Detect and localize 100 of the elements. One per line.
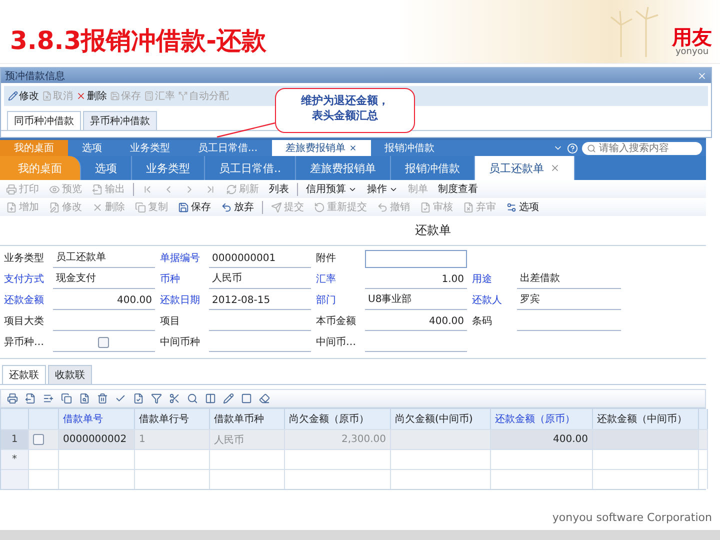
resubmit-icon xyxy=(314,202,325,212)
field-label: 项目大类 xyxy=(4,314,45,329)
help-icon[interactable] xyxy=(567,142,578,154)
field-label: 单据编号 xyxy=(160,252,201,266)
copy-icon xyxy=(135,202,146,212)
row-marker: 1 xyxy=(1,429,29,449)
toolbar-button[interactable]: 选项 xyxy=(504,200,541,214)
printer-icon xyxy=(6,184,17,194)
edit-icon xyxy=(49,202,60,212)
column-header: 借款单币种 xyxy=(210,409,285,429)
calculator-icon xyxy=(144,91,154,101)
field-label: 中间币种 xyxy=(160,336,201,350)
toolbar-button[interactable]: 制度查看 xyxy=(436,182,480,196)
tab[interactable]: 我的桌面 xyxy=(0,156,81,180)
close-icon[interactable] xyxy=(348,144,357,152)
export-icon[interactable] xyxy=(25,393,36,404)
table-cell: 人民币 xyxy=(210,429,285,449)
dropdown-button[interactable]: 操作 xyxy=(365,182,400,196)
form-field[interactable]: U8事业部 xyxy=(365,292,467,310)
options-icon xyxy=(506,202,517,212)
form-field[interactable]: 0000000001 xyxy=(209,250,311,268)
approve-icon[interactable] xyxy=(133,393,144,404)
toolbar-button[interactable]: 列表 xyxy=(267,182,291,196)
form-field[interactable]: 2012-08-15 xyxy=(209,292,311,310)
filter-icon[interactable] xyxy=(151,393,162,404)
toolbar-button[interactable]: 修改 xyxy=(8,89,39,103)
column-header: 借款单行号 xyxy=(135,409,210,429)
field-label: 还款人 xyxy=(472,294,503,308)
toolbar-button[interactable]: 放弃 xyxy=(219,200,256,214)
tab[interactable]: 我的桌面 xyxy=(0,140,68,156)
search-icon[interactable] xyxy=(187,393,198,404)
close-icon[interactable] xyxy=(550,163,560,173)
field-label: 本币金额 xyxy=(316,314,357,329)
amount-field[interactable]: 1.00 xyxy=(365,271,467,289)
tab[interactable]: 收款联 xyxy=(48,365,92,384)
insert-row-icon[interactable] xyxy=(43,393,54,404)
field-label: 币种 xyxy=(160,272,181,287)
table-cell xyxy=(699,449,708,469)
save-icon xyxy=(110,91,120,101)
add-icon xyxy=(6,202,17,212)
tab[interactable]: 选项 xyxy=(68,140,116,156)
footer-text: yonyou software Corporation xyxy=(552,510,712,524)
form-field[interactable]: 人民币 xyxy=(209,271,311,289)
company-logo: 用友 yonyou xyxy=(672,27,712,57)
tab[interactable]: 异币种冲借款 xyxy=(83,111,157,130)
check-icon[interactable] xyxy=(115,393,126,404)
amount-field[interactable]: 400.00 xyxy=(365,313,467,331)
attachment-field[interactable] xyxy=(365,250,467,268)
field-label: 还款金额 xyxy=(4,294,45,308)
search-icon xyxy=(587,144,596,152)
toolbar-button[interactable]: 保存 xyxy=(176,200,213,214)
undo-icon xyxy=(377,202,388,212)
tab[interactable]: 报销冲借款 xyxy=(370,140,449,156)
form-field[interactable]: 罗宾 xyxy=(517,292,621,310)
edit-icon[interactable] xyxy=(223,393,234,404)
field-label: 条码 xyxy=(472,315,493,329)
copy-row-icon[interactable] xyxy=(61,393,72,404)
tab[interactable]: 还款联 xyxy=(2,365,46,384)
form-field[interactable]: 现金支付 xyxy=(53,271,155,289)
approve-icon xyxy=(420,202,431,212)
cancel-icon xyxy=(42,91,52,101)
checkbox[interactable] xyxy=(98,337,109,348)
field-label: 部门 xyxy=(316,294,337,308)
tab[interactable]: 员工还款单 xyxy=(475,156,575,180)
amount-field[interactable]: 400.00 xyxy=(53,292,155,310)
tab[interactable]: 业务类型 xyxy=(116,140,184,156)
tab[interactable]: 差旅费报销单 xyxy=(272,140,371,156)
export-icon xyxy=(92,184,103,194)
dropdown-button[interactable]: 信用预算 xyxy=(304,182,359,196)
form-title: 还款单 xyxy=(415,222,451,239)
reject-icon xyxy=(463,202,474,212)
column-header: 借款单号 xyxy=(59,409,135,429)
field-label: 业务类型 xyxy=(4,252,45,266)
preview-icon xyxy=(49,184,60,194)
form-field[interactable]: 出差借款 xyxy=(517,271,621,289)
tab[interactable]: 同币种冲借款 xyxy=(7,111,81,130)
tab[interactable]: 员工日常借... xyxy=(184,140,272,156)
slide-title: 3.8.3报销冲借款-还款 xyxy=(10,25,267,57)
window-icon[interactable] xyxy=(241,393,252,404)
cut-icon[interactable] xyxy=(169,393,180,404)
column-header: 还款金额（中间币） xyxy=(593,409,699,429)
table-cell: 400.00 xyxy=(491,429,593,449)
leader-line xyxy=(215,122,275,138)
column-header: 还款金额（原币） xyxy=(491,409,593,429)
field-label: 用途 xyxy=(472,273,493,287)
form-field[interactable]: 员工还款单 xyxy=(53,250,155,268)
find-icon[interactable] xyxy=(79,393,90,404)
columns-icon[interactable] xyxy=(205,393,216,404)
table-cell xyxy=(29,469,59,489)
field-label: 汇率 xyxy=(316,272,337,287)
printer-icon[interactable] xyxy=(7,393,18,404)
column-header: 尚欠金额(中间币) xyxy=(391,409,491,429)
field-label: 还款日期 xyxy=(160,294,201,308)
delete-icon xyxy=(76,91,86,101)
checkbox[interactable] xyxy=(33,434,44,445)
submit-icon xyxy=(271,202,282,212)
delete-icon[interactable] xyxy=(97,393,108,404)
eraser-icon[interactable] xyxy=(259,393,270,404)
toolbar-button[interactable]: 删除 xyxy=(76,89,107,103)
split-icon xyxy=(178,91,188,101)
